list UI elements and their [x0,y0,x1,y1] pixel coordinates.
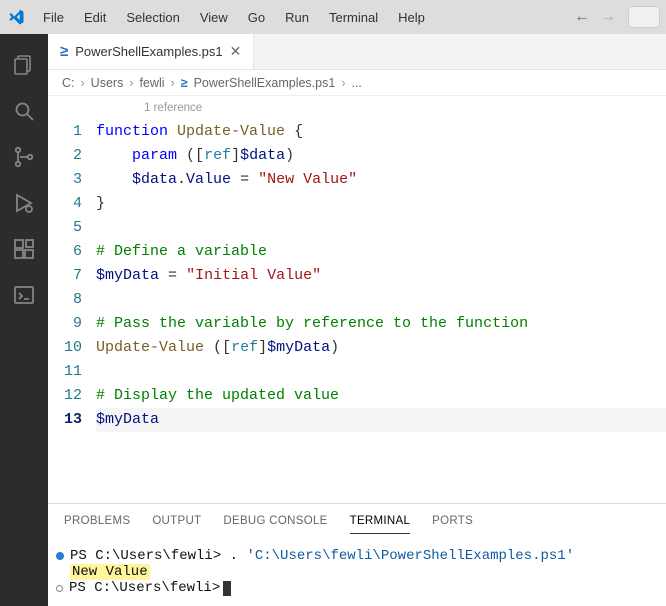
panel-tab-problems[interactable]: PROBLEMS [64,509,130,533]
breadcrumb-file[interactable]: PowerShellExamples.ps1 [194,76,336,90]
breadcrumb-part[interactable]: fewli [140,76,165,90]
codelens-references[interactable]: 1 reference [48,96,666,116]
nav-back-icon[interactable]: ← [570,8,594,26]
terminal-status-dot [56,585,63,592]
line-gutter: 12345678910111213 [48,116,96,503]
tab-powershellexamples[interactable]: ≥ PowerShellExamples.ps1 ✕ [48,34,254,69]
terminal-prompt: PS C:\Users\fewli> [70,548,221,564]
code-lines[interactable]: function Update-Value { param ([ref]$dat… [96,116,666,503]
tab-filename: PowerShellExamples.ps1 [75,44,222,59]
terminal-cursor [223,581,231,596]
bottom-panel: PROBLEMS OUTPUT DEBUG CONSOLE TERMINAL PORTS… [48,503,666,606]
terminal-panel-icon[interactable] [0,272,48,318]
panel-tab-ports[interactable]: PORTS [432,509,473,533]
editor-tabs: ≥ PowerShellExamples.ps1 ✕ [48,34,666,70]
menu-run[interactable]: Run [276,6,318,29]
terminal-status-dot [56,552,64,560]
terminal[interactable]: PS C:\Users\fewli> . 'C:\Users\fewli\Pow… [48,538,666,606]
breadcrumb-symbol[interactable]: ... [351,76,361,90]
powershell-file-icon: ≥ [60,43,68,60]
nav-forward-icon[interactable]: → [596,8,620,26]
breadcrumb-part[interactable]: C: [62,76,75,90]
menu-terminal[interactable]: Terminal [320,6,387,29]
terminal-path: 'C:\Users\fewli\PowerShellExamples.ps1' [246,548,574,564]
breadcrumbs[interactable]: C:› Users› fewli› ≥ PowerShellExamples.p… [48,70,666,96]
command-center[interactable] [628,6,660,28]
close-tab-icon[interactable]: ✕ [230,43,242,60]
panel-tab-output[interactable]: OUTPUT [152,509,201,533]
menu-help[interactable]: Help [389,6,434,29]
search-icon[interactable] [0,88,48,134]
menu-go[interactable]: Go [239,6,274,29]
editor-area: ≥ PowerShellExamples.ps1 ✕ C:› Users› fe… [48,34,666,606]
panel-tab-debug-console[interactable]: DEBUG CONSOLE [223,509,327,533]
activity-bar [0,34,48,606]
vscode-logo-icon [6,7,26,27]
powershell-file-icon: ≥ [181,76,188,90]
titlebar: FileEditSelectionViewGoRunTerminalHelp ←… [0,0,666,34]
menu-edit[interactable]: Edit [75,6,115,29]
menu-view[interactable]: View [191,6,237,29]
panel-tab-terminal[interactable]: TERMINAL [350,509,411,534]
terminal-output-highlight: New Value [70,564,150,580]
menu-file[interactable]: File [34,6,73,29]
menu-selection[interactable]: Selection [117,6,188,29]
extensions-icon[interactable] [0,226,48,272]
breadcrumb-part[interactable]: Users [91,76,124,90]
code-editor[interactable]: 12345678910111213 function Update-Value … [48,116,666,503]
explorer-icon[interactable] [0,42,48,88]
terminal-text: . [230,548,238,564]
run-debug-icon[interactable] [0,180,48,226]
terminal-prompt: PS C:\Users\fewli> [69,580,220,596]
source-control-icon[interactable] [0,134,48,180]
panel-tabs: PROBLEMS OUTPUT DEBUG CONSOLE TERMINAL PORTS [48,504,666,538]
